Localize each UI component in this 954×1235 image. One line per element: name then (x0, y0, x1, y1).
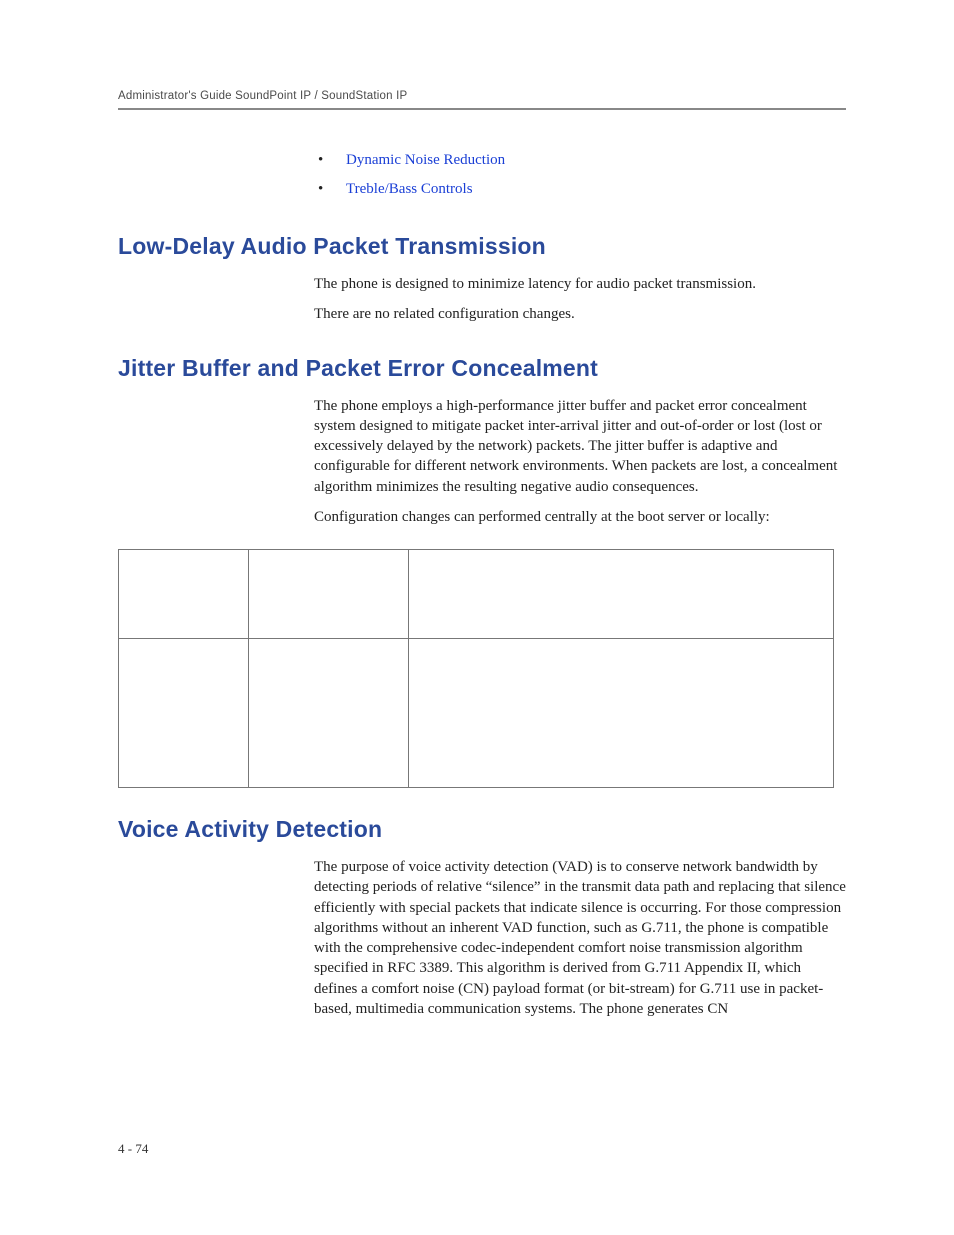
table-cell (249, 550, 409, 639)
table-row (119, 639, 834, 788)
table-cell (119, 550, 249, 639)
section-vad-body: The purpose of voice activity detection … (314, 857, 846, 1019)
table-cell (249, 639, 409, 788)
section-low-delay-body: The phone is designed to minimize latenc… (314, 274, 846, 325)
table-cell (409, 550, 834, 639)
table-cell (119, 639, 249, 788)
paragraph: There are no related configuration chang… (314, 304, 846, 324)
paragraph: The purpose of voice activity detection … (314, 857, 846, 1019)
top-bullet-list: Dynamic Noise Reduction Treble/Bass Cont… (118, 146, 846, 203)
heading-voice-activity-detection: Voice Activity Detection (118, 816, 846, 843)
table-cell (409, 639, 834, 788)
bullet-item: Dynamic Noise Reduction (318, 146, 846, 175)
header-rule (118, 108, 846, 110)
section-jitter-body: The phone employs a high-performance jit… (314, 396, 846, 528)
page: Administrator's Guide SoundPoint IP / So… (0, 0, 954, 1235)
table-row (119, 550, 834, 639)
link-dynamic-noise-reduction[interactable]: Dynamic Noise Reduction (346, 152, 505, 168)
heading-low-delay-audio: Low-Delay Audio Packet Transmission (118, 233, 846, 260)
config-table (118, 549, 834, 788)
heading-jitter-buffer: Jitter Buffer and Packet Error Concealme… (118, 355, 846, 382)
bullet-item: Treble/Bass Controls (318, 175, 846, 204)
paragraph: The phone is designed to minimize latenc… (314, 274, 846, 294)
page-number: 4 - 74 (118, 1141, 148, 1157)
paragraph: Configuration changes can performed cent… (314, 507, 846, 527)
link-treble-bass-controls[interactable]: Treble/Bass Controls (346, 181, 473, 197)
paragraph: The phone employs a high-performance jit… (314, 396, 846, 497)
running-head: Administrator's Guide SoundPoint IP / So… (118, 90, 846, 102)
